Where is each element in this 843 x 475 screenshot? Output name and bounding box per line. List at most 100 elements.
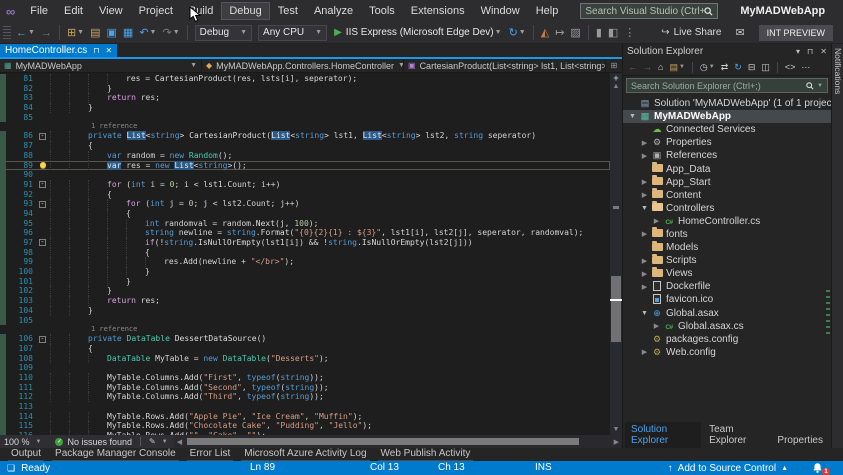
code-line-108[interactable]: 108DataTable MyTable = new DataTable("De… — [0, 354, 610, 364]
code-line-83[interactable]: 83return res; — [0, 93, 610, 103]
feedback-smiley-icon[interactable]: ❏ — [7, 463, 15, 474]
navigate-back-button[interactable]: ←▼ — [14, 26, 37, 40]
code-line-106[interactable]: 106-private DataTable DessertDataSource(… — [0, 334, 610, 344]
codelens-references[interactable]: 1 reference — [0, 122, 610, 131]
redo-button[interactable]: ↷▼ — [160, 26, 181, 40]
code-line-116[interactable]: 116MyTable.Rows.Add("", "Cake", ""); — [0, 431, 610, 435]
se-refresh-icon[interactable]: ↻ — [732, 62, 744, 73]
collapse-arrow-icon[interactable]: ▶ — [639, 178, 650, 186]
solution-explorer-header[interactable]: Solution Explorer ▾ ⊓ ✕ — [623, 44, 831, 59]
tree-item-web-config[interactable]: ▶⚙Web.config — [623, 346, 831, 359]
code-line-94[interactable]: 94{ — [0, 209, 610, 219]
send-feedback-icon[interactable]: ✉ — [735, 26, 744, 39]
editor-vertical-scrollbar[interactable]: + ▲ ▼ — [610, 73, 622, 435]
panel-tab-error-list[interactable]: Error List — [187, 448, 234, 461]
quick-actions-lightbulb-icon[interactable] — [40, 162, 46, 168]
tree-item-properties[interactable]: ▶⚙Properties — [623, 136, 831, 149]
collapse-arrow-icon[interactable]: ▶ — [639, 257, 650, 265]
code-line-102[interactable]: 102} — [0, 286, 610, 296]
code-line-98[interactable]: 98{ — [0, 248, 610, 258]
collapse-arrow-icon[interactable]: ▶ — [651, 322, 662, 330]
tree-item-fonts[interactable]: ▶fonts — [623, 228, 831, 241]
chevron-down-icon[interactable]: ▼ — [162, 439, 168, 445]
code-line-81[interactable]: 81res = CartesianProduct(res, lsts[i], s… — [0, 74, 610, 84]
menu-file[interactable]: File — [22, 2, 56, 20]
add-to-source-control-button[interactable]: ↑ Add to Source Control ▲ — [668, 463, 788, 474]
save-all-button[interactable]: ▦ — [121, 26, 135, 40]
collapse-arrow-icon[interactable]: ▶ — [639, 191, 650, 199]
open-file-button[interactable]: ▤ — [88, 26, 102, 40]
tree-item-solution-mymadwebapp-1-of-1-project-[interactable]: ▤Solution 'MyMADWebApp' (1 of 1 project) — [623, 97, 831, 110]
menu-edit[interactable]: Edit — [56, 2, 91, 20]
h-scrollbar-thumb[interactable] — [187, 438, 578, 445]
code-line-109[interactable]: 109 — [0, 363, 610, 373]
tree-item-references[interactable]: ▶▣References — [623, 149, 831, 162]
code-line-91[interactable]: 91-for (int i = 0; i < lst1.Count; i++) — [0, 180, 610, 190]
menu-help[interactable]: Help — [528, 2, 567, 20]
se-switch-views-icon[interactable]: ▤▼ — [667, 62, 686, 73]
bookmark-button[interactable]: ▮ — [594, 26, 604, 40]
project-dropdown[interactable]: ▦MyMADWebApp▼ — [0, 59, 202, 72]
se-home-icon[interactable]: ⌂ — [656, 62, 665, 72]
collapse-arrow-icon[interactable]: ▶ — [651, 217, 662, 225]
scrollbar-thumb[interactable] — [611, 276, 621, 343]
chevron-down-icon[interactable]: ▼ — [817, 83, 823, 89]
code-line-103[interactable]: 103return res; — [0, 296, 610, 306]
panel-tab-package-manager-console[interactable]: Package Manager Console — [52, 448, 179, 461]
code-line-107[interactable]: 107{ — [0, 344, 610, 354]
menu-debug[interactable]: Debug — [221, 2, 269, 20]
code-line-82[interactable]: 82} — [0, 84, 610, 94]
tree-item-app-start[interactable]: ▶App_Start — [623, 176, 831, 189]
scroll-left-icon[interactable]: ◀ — [174, 438, 185, 446]
close-panel-icon[interactable]: ✕ — [820, 47, 827, 56]
scroll-right-icon[interactable]: ▶ — [611, 438, 622, 446]
collapse-arrow-icon[interactable]: ▶ — [639, 348, 650, 356]
fold-toggle-icon[interactable]: - — [39, 336, 46, 343]
tab-properties[interactable]: Properties — [771, 433, 829, 448]
quick-search-box[interactable]: Search Visual Studio (Ctrl+Q) — [580, 3, 718, 19]
code-line-92[interactable]: 92{ — [0, 190, 610, 200]
menu-window[interactable]: Window — [473, 2, 528, 20]
toolbar-overflow-button[interactable]: ⋮ — [622, 26, 637, 40]
close-tab-icon[interactable]: ✕ — [106, 46, 113, 55]
code-line-115[interactable]: 115MyTable.Rows.Add("Chocolate Cake", "P… — [0, 421, 610, 431]
panel-tab-microsoft-azure-activity-log[interactable]: Microsoft Azure Activity Log — [241, 448, 369, 461]
collapse-arrow-icon[interactable]: ▶ — [639, 152, 650, 160]
code-line-100[interactable]: 100} — [0, 267, 610, 277]
refresh-button[interactable]: ↻▼ — [507, 26, 528, 40]
tree-item-models[interactable]: Models — [623, 241, 831, 254]
code-line-97[interactable]: 97-if(!string.IsNullOrEmpty(lst1[i]) && … — [0, 238, 610, 248]
expand-arrow-icon[interactable]: ▼ — [639, 205, 650, 212]
tree-item-homecontroller-cs[interactable]: ▶C#HomeController.cs — [623, 215, 831, 228]
fold-toggle-icon[interactable]: - — [39, 181, 46, 188]
split-editor-handle[interactable]: + — [613, 73, 618, 83]
performance-profiler-button[interactable]: ◭ — [539, 26, 551, 40]
code-line-88[interactable]: 88var random = new Random(); — [0, 151, 610, 161]
code-line-114[interactable]: 114MyTable.Rows.Add("Apple Pie", "Ice Cr… — [0, 412, 610, 422]
se-overflow-icon[interactable]: ⋯ — [799, 62, 812, 73]
code-line-90[interactable]: 90 — [0, 170, 610, 180]
collapse-arrow-icon[interactable]: ▶ — [639, 139, 650, 147]
navigate-forward-button[interactable]: → — [39, 26, 54, 40]
navigate-bookmark-button[interactable]: ◧ — [606, 26, 620, 40]
tree-item-global-asax[interactable]: ▼⊕Global.asax — [623, 307, 831, 320]
code-line-85[interactable]: 85 — [0, 113, 610, 123]
notifications-tab[interactable]: Notifications — [833, 48, 843, 94]
se-show-all-files-icon[interactable]: ◫ — [759, 62, 772, 73]
fold-toggle-icon[interactable]: - — [39, 133, 46, 140]
panel-tab-output[interactable]: Output — [8, 448, 44, 461]
tree-item-global-asax-cs[interactable]: ▶C#Global.asax.cs — [623, 320, 831, 333]
code-line-113[interactable]: 113 — [0, 402, 610, 412]
undo-button[interactable]: ↶▼ — [137, 26, 158, 40]
tree-item-controllers[interactable]: ▼Controllers — [623, 202, 831, 215]
tree-item-mymadwebapp[interactable]: ▼▦MyMADWebApp — [623, 110, 831, 123]
tree-item-content[interactable]: ▶Content — [623, 189, 831, 202]
expand-arrow-icon[interactable]: ▼ — [627, 113, 638, 120]
member-dropdown[interactable]: ▣CartesianProduct(List<string> lst1, Lis… — [404, 59, 606, 72]
build-selection-button[interactable]: ▨ — [568, 26, 582, 40]
zoom-level-dropdown[interactable]: 100 % ▼ — [0, 437, 45, 447]
tab-homecontroller[interactable]: HomeController.cs ⊓ ✕ — [0, 44, 117, 57]
menu-extensions[interactable]: Extensions — [403, 2, 473, 20]
breadcrumb-extra-icon[interactable]: ⊞ — [606, 59, 622, 72]
attach-to-process-button[interactable]: ↦ — [553, 26, 566, 40]
